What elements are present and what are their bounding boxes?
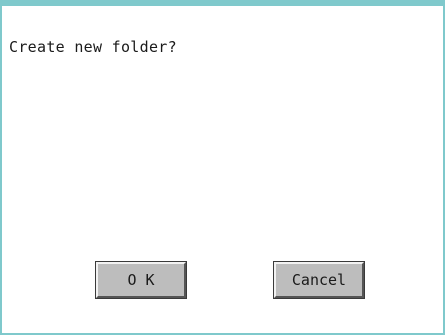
cancel-button[interactable]: Cancel bbox=[273, 261, 365, 299]
confirm-dialog: Create new folder? O K Cancel bbox=[0, 0, 445, 335]
ok-button[interactable]: O K bbox=[95, 261, 187, 299]
dialog-message: Create new folder? bbox=[9, 38, 177, 56]
